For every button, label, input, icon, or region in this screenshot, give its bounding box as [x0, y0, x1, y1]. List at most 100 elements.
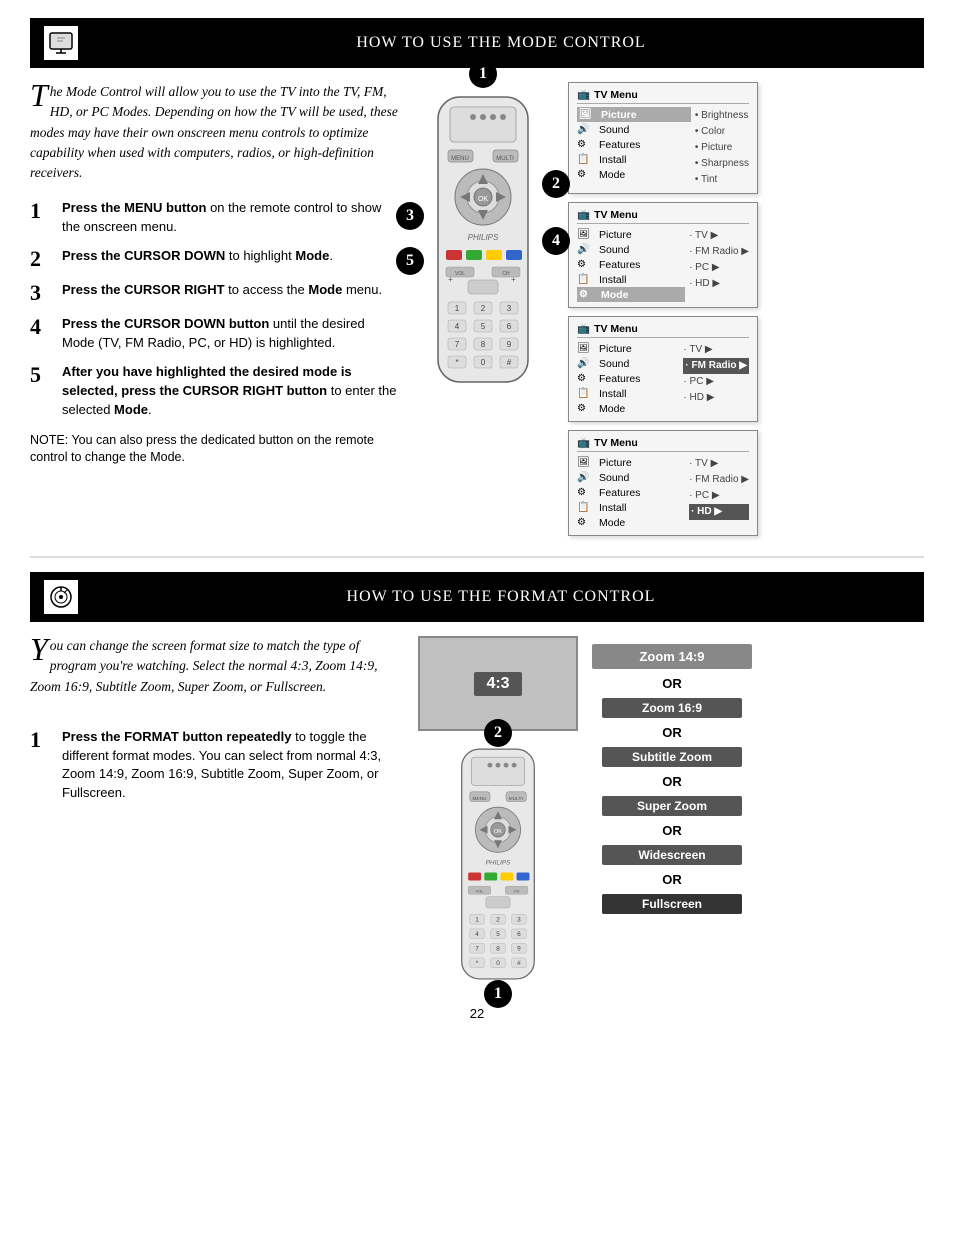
menu2-sub-pc: · PC ▶: [689, 260, 749, 276]
step-text-2: Press the CURSOR DOWN to highlight Mode.: [62, 247, 333, 266]
menu3-row-picture: 🖼 Picture: [577, 341, 679, 356]
menu2-row-picture: 🖼 Picture: [577, 227, 685, 242]
menu1-sub-color: • Color: [695, 124, 749, 140]
menu1-row-picture: 🖼 Picture: [577, 107, 691, 122]
step-bubble-3: 3: [396, 202, 424, 230]
mode-header-title: How to use the Mode Control: [90, 34, 912, 52]
format-or-3: OR: [662, 774, 682, 789]
svg-text:OK: OK: [478, 196, 488, 203]
drop-cap-Y: Y: [30, 636, 48, 663]
svg-text:MULTI: MULTI: [496, 156, 514, 162]
svg-text:4: 4: [475, 931, 479, 938]
step-number-2: 2: [30, 247, 52, 271]
menu4-sub-tv: · TV ▶: [689, 456, 749, 472]
mode-right-panel: 3 5 2 4 1: [418, 82, 924, 536]
format-right-panel: 4:3 2 1: [418, 636, 924, 990]
svg-text:PHILIPS: PHILIPS: [468, 233, 499, 242]
step-label-5-overlay: 5: [396, 247, 424, 275]
svg-text:4: 4: [455, 322, 460, 331]
svg-text:1: 1: [475, 917, 479, 924]
menu2-sub-hd: · HD ▶: [689, 276, 749, 292]
step-text-5: After you have highlighted the desired m…: [62, 363, 400, 420]
tv-menu-2: 📺 TV Menu 🖼 Picture 🔊: [568, 202, 758, 308]
step-bubble-2: 2: [542, 170, 570, 198]
svg-text:*: *: [455, 358, 458, 367]
menu2-row-sound: 🔊 Sound: [577, 242, 685, 257]
step-bubble-4: 4: [542, 227, 570, 255]
menu3-row-install: 📋 Install: [577, 386, 679, 401]
menu2-sub-fm: · FM Radio ▶: [689, 244, 749, 260]
menu1-row-install: 📋 Install: [577, 152, 691, 167]
mode-section: How to use the Mode Control The Mode Con…: [30, 18, 924, 536]
svg-text:3: 3: [507, 304, 512, 313]
mode-step-2: 2 Press the CURSOR DOWN to highlight Mod…: [30, 247, 400, 271]
step-number-4: 4: [30, 315, 52, 339]
tv-menu-4-title: 📺 TV Menu: [577, 436, 749, 452]
tv-menu-2-title: 📺 TV Menu: [577, 208, 749, 224]
tv-menu-3-title: 📺 TV Menu: [577, 322, 749, 338]
svg-text:6: 6: [517, 931, 521, 938]
svg-text:2: 2: [496, 917, 500, 924]
menu4-row-sound: 🔊 Sound: [577, 470, 685, 485]
svg-text:1: 1: [455, 304, 460, 313]
svg-text:MULTI: MULTI: [509, 796, 523, 802]
format-option-super-zoom: Super Zoom: [602, 796, 742, 816]
format-step-bubble-2: 2: [484, 719, 512, 747]
menu3-sub-fm-highlighted: · FM Radio ▶: [683, 358, 749, 374]
tv-menu-1: 📺 TV Menu 🖼 Picture 🔊: [568, 82, 758, 194]
svg-text:5: 5: [481, 322, 486, 331]
step-label-2-overlay: 2: [542, 170, 570, 198]
menu4-row-mode: ⚙ Mode: [577, 515, 685, 530]
menu4-row-picture: 🖼 Picture: [577, 455, 685, 470]
step-number-3: 3: [30, 281, 52, 305]
menu3-sub-tv: · TV ▶: [683, 342, 749, 358]
svg-text:0: 0: [496, 960, 500, 967]
format-option-subtitle-zoom: Subtitle Zoom: [602, 747, 742, 767]
svg-text:MENU: MENU: [451, 156, 469, 162]
format-header-icon: [42, 578, 80, 616]
format-steps-list: 1 Press the FORMAT button repeatedly to …: [30, 728, 400, 803]
svg-text:7: 7: [455, 340, 460, 349]
svg-text:8: 8: [481, 340, 486, 349]
format-remote-col: 4:3 2 1: [418, 636, 578, 990]
step-text-1: Press the MENU button on the remote cont…: [62, 199, 400, 237]
format-or-1: OR: [662, 676, 682, 691]
mode-step-5: 5 After you have highlighted the desired…: [30, 363, 400, 420]
format-left-panel: You can change the screen format size to…: [30, 636, 400, 990]
step-number-5: 5: [30, 363, 52, 387]
menu2-sub-tv: · TV ▶: [689, 228, 749, 244]
svg-text:+: +: [511, 275, 516, 284]
svg-text:VOL: VOL: [455, 271, 465, 277]
menu3-sub-pc: · PC ▶: [683, 374, 749, 390]
format-or-4: OR: [662, 823, 682, 838]
format-step-bubble-1: 1: [484, 980, 512, 1008]
svg-text:PHILIPS: PHILIPS: [486, 859, 511, 866]
svg-text:9: 9: [517, 946, 521, 953]
page-number: 22: [30, 1006, 924, 1021]
step-bubble-1: 1: [469, 60, 497, 88]
menu2-row-features: ⚙ Features: [577, 257, 685, 272]
menu4-sub-hd-highlighted: · HD ▶: [689, 504, 749, 520]
mode-title-text: How to use the Mode Control: [356, 34, 645, 51]
mode-step-1: 1 Press the MENU button on the remote co…: [30, 199, 400, 237]
svg-text:MENU: MENU: [472, 796, 487, 802]
format-screen-43: 4:3: [418, 636, 578, 731]
menu1-row-mode: ⚙ Mode: [577, 167, 691, 182]
svg-text:CH: CH: [514, 889, 520, 894]
format-step-text-1: Press the FORMAT button repeatedly to to…: [62, 728, 400, 803]
format-step-1: 1 Press the FORMAT button repeatedly to …: [30, 728, 400, 803]
svg-text:2: 2: [481, 304, 486, 313]
step-number-1: 1: [30, 199, 52, 223]
tv-icon-2: 📺: [577, 208, 590, 221]
svg-text:CH: CH: [502, 271, 510, 277]
menu4-sub-pc: · PC ▶: [689, 488, 749, 504]
step-label-3-overlay: 3: [396, 202, 424, 230]
remote-diagram-mode: 3 5 2 4 1: [418, 82, 548, 395]
format-step-number-1: 1: [30, 728, 52, 752]
format-option-zoom169: Zoom 16:9: [602, 698, 742, 718]
menu1-sub-sharpness: • Sharpness: [695, 156, 749, 172]
drop-cap-T: T: [30, 82, 48, 109]
menu1-sub-picture: • Picture: [695, 140, 749, 156]
svg-text:9: 9: [507, 340, 512, 349]
menu2-row-mode: ⚙ Mode: [577, 287, 685, 302]
